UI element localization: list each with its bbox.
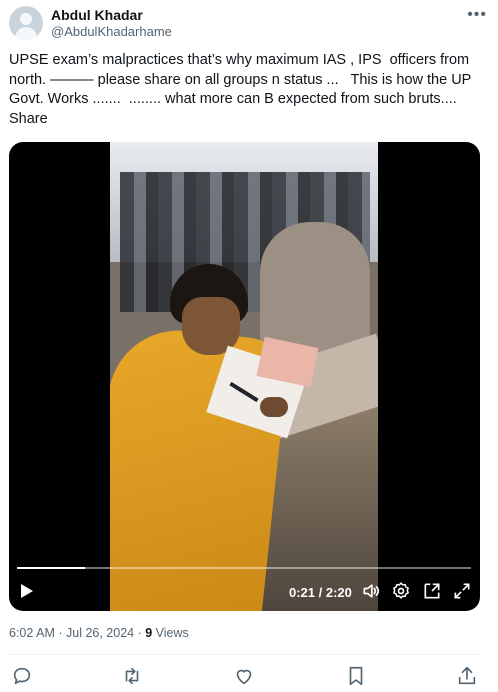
- tweet-meta: 6:02 AM · Jul 26, 2024 · 9 Views: [9, 626, 189, 640]
- author-handle[interactable]: @AbdulKhadarhame: [51, 24, 172, 39]
- like-icon[interactable]: [233, 665, 255, 687]
- frame-hand: [260, 397, 288, 417]
- video-frame[interactable]: [110, 142, 378, 611]
- meta-separator: ·: [58, 626, 66, 640]
- views-count: 9: [145, 626, 153, 640]
- video-progress-bar[interactable]: [17, 567, 471, 569]
- share-icon[interactable]: [456, 665, 478, 687]
- video-player[interactable]: 0:21 / 2:20: [9, 142, 480, 611]
- pip-icon[interactable]: [422, 581, 442, 601]
- views-label: Views: [155, 626, 189, 640]
- volume-icon[interactable]: [361, 581, 381, 601]
- video-controls: 0:21 / 2:20: [9, 578, 480, 604]
- tweet-header: Abdul Khadar @AbdulKhadarhame •••: [9, 6, 489, 42]
- avatar-shoulders-shape: [15, 27, 37, 40]
- reply-icon[interactable]: [11, 665, 33, 687]
- avatar-head-shape: [20, 13, 32, 25]
- divider: [9, 654, 480, 655]
- tweet-actions: [9, 662, 480, 688]
- bookmark-icon[interactable]: [345, 665, 367, 687]
- tweet-time[interactable]: 6:02 AM: [9, 626, 55, 640]
- retweet-icon[interactable]: [121, 665, 143, 687]
- tweet-text: UPSE exam’s malpractices that’s why maxi…: [9, 52, 476, 127]
- avatar[interactable]: [9, 6, 43, 40]
- fullscreen-icon[interactable]: [452, 581, 472, 601]
- video-time: 0:21 / 2:20: [289, 585, 352, 600]
- ellipsis-icon[interactable]: •••: [467, 6, 487, 24]
- settings-icon[interactable]: [391, 581, 411, 601]
- video-progress-fill: [17, 567, 86, 569]
- play-icon[interactable]: [21, 584, 33, 598]
- author-name[interactable]: Abdul Khadar: [51, 7, 143, 23]
- tweet-date[interactable]: Jul 26, 2024: [66, 626, 134, 640]
